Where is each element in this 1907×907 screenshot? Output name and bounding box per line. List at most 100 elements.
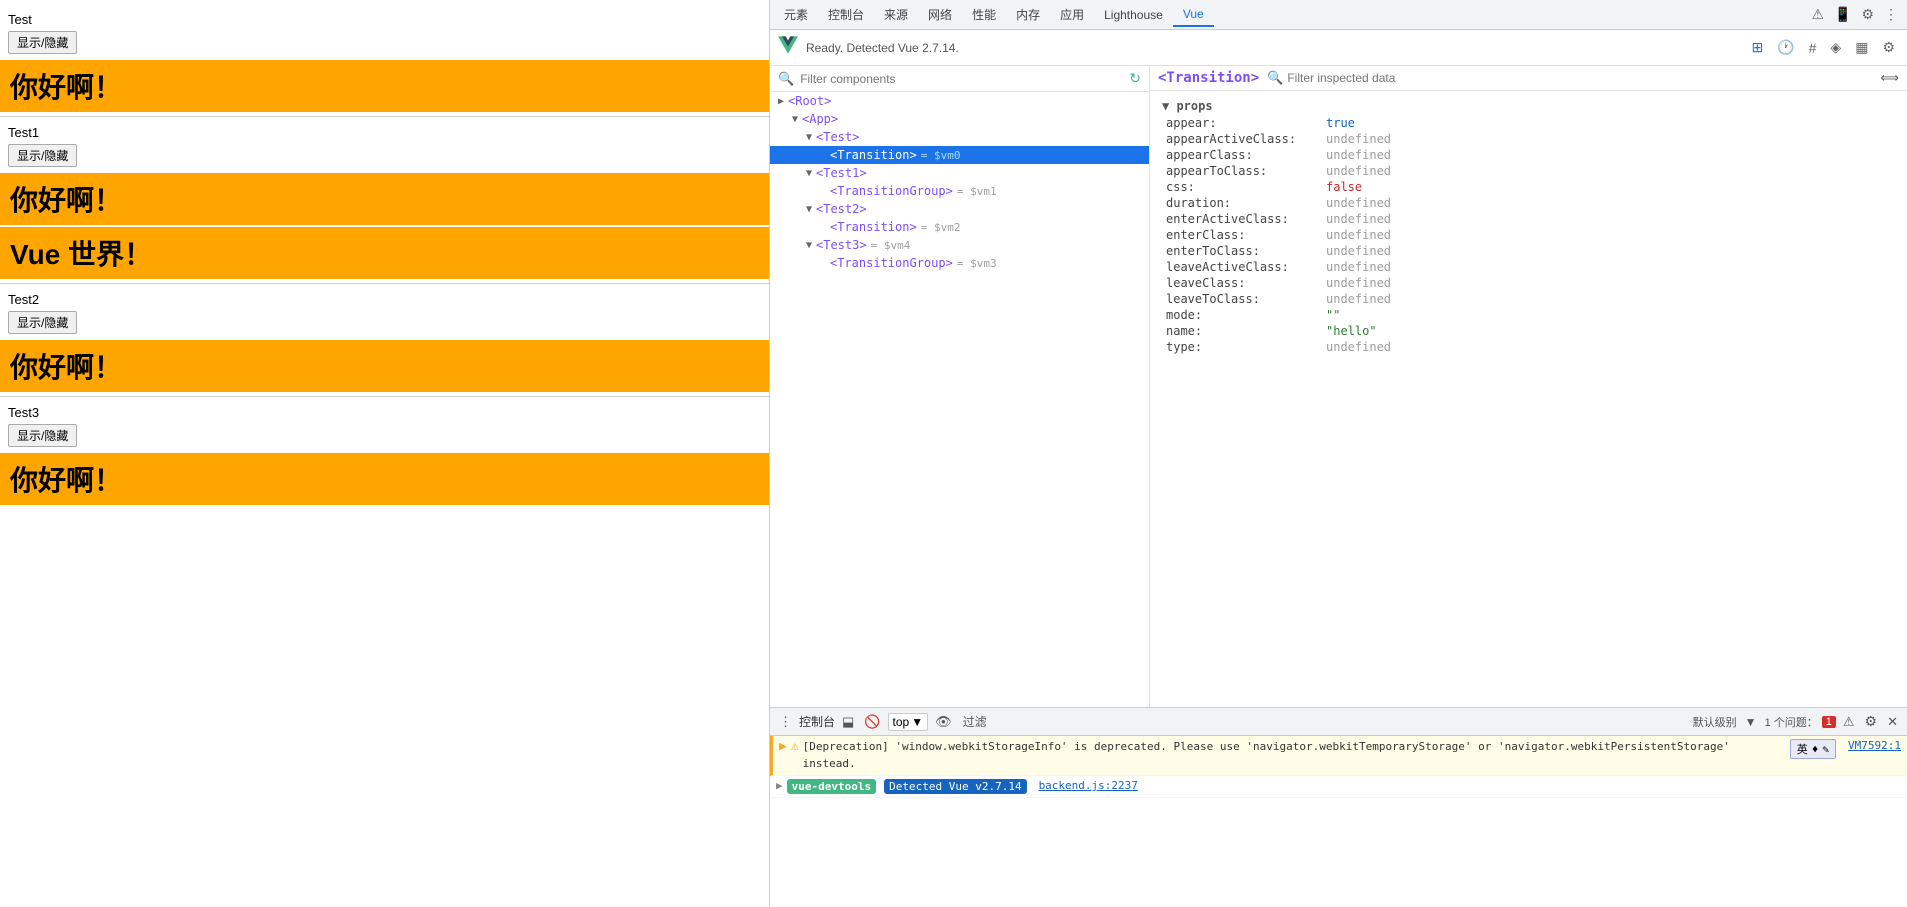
- prop-key-lc: leaveClass:: [1166, 276, 1326, 290]
- console-filter-btn[interactable]: 过滤: [959, 712, 991, 731]
- show-hide-btn-test2[interactable]: 显示/隐藏: [8, 311, 77, 334]
- tree-search-bar: 🔍 ↻: [770, 66, 1149, 92]
- orange-bar-test-0: 你好啊！: [0, 60, 769, 112]
- props-search-icon: 🔍: [1267, 70, 1283, 86]
- console-eye-icon[interactable]: 👁: [932, 713, 955, 731]
- translation-icon1: ♦: [1812, 743, 1819, 756]
- tree-item-test3[interactable]: ▼ <Test3> = $vm4: [770, 236, 1149, 254]
- props-search-input[interactable]: [1287, 71, 1872, 85]
- props-search: 🔍: [1267, 70, 1872, 86]
- prop-appear: appear: true: [1150, 115, 1907, 131]
- prop-val-css: false: [1326, 180, 1362, 194]
- prop-enterToClass: enterToClass: undefined: [1150, 243, 1907, 259]
- tree-item-test[interactable]: ▼ <Test>: [770, 128, 1149, 146]
- tree-component-test2: <Test2>: [816, 202, 867, 216]
- prop-key-ltc: leaveToClass:: [1166, 292, 1326, 306]
- tree-arrow-test2: ▼: [802, 204, 816, 215]
- tree-item-transition2[interactable]: <Transition> = $vm2: [770, 218, 1149, 236]
- console-close-icon[interactable]: ✕: [1884, 713, 1901, 731]
- tree-item-root[interactable]: ▶ <Root>: [770, 92, 1149, 110]
- tree-vmref-transition: = $vm0: [921, 149, 961, 162]
- prop-val-mode: "": [1326, 308, 1340, 322]
- tree-item-tg3[interactable]: <TransitionGroup> = $vm3: [770, 254, 1149, 272]
- tab-network[interactable]: 网络: [918, 2, 962, 27]
- console-menu-icon[interactable]: ⋮: [776, 713, 795, 731]
- tab-performance[interactable]: 性能: [962, 2, 1006, 27]
- section-test3-label: Test3: [0, 401, 769, 422]
- show-hide-btn-test1[interactable]: 显示/隐藏: [8, 144, 77, 167]
- tree-component-root: <Root>: [788, 94, 831, 108]
- tree-item-transition[interactable]: <Transition> = $vm0: [770, 146, 1149, 164]
- console-issue-count: 1 个问题：: [1765, 714, 1818, 730]
- store-icon[interactable]: ▦: [1851, 37, 1872, 58]
- tab-console[interactable]: 控制台: [818, 2, 874, 27]
- console-settings-icon[interactable]: ⚙: [1862, 712, 1881, 731]
- tab-elements[interactable]: 元素: [774, 2, 818, 27]
- tab-sources[interactable]: 来源: [874, 2, 918, 27]
- prop-name: name: "hello": [1150, 323, 1907, 339]
- section-test-label: Test: [0, 8, 769, 29]
- section-test2-label: Test2: [0, 288, 769, 309]
- tree-component-tg1: <TransitionGroup>: [830, 184, 953, 198]
- console-toolbar: ⋮ 控制台 ⬓ 🚫 top ▼ 👁 过滤 默认级别 ▼ 1 个问题： 1 ⚠ ⚙…: [770, 708, 1907, 736]
- warning-icon[interactable]: ⚠: [1806, 4, 1829, 25]
- right-panel: 元素 控制台 来源 网络 性能 内存 应用 Lighthouse Vue ⚠ 📱…: [770, 0, 1907, 907]
- more-icon[interactable]: ⋮: [1879, 4, 1903, 25]
- tree-item-test1[interactable]: ▼ <Test1>: [770, 164, 1149, 182]
- console-warning-source[interactable]: VM7592:1: [1848, 739, 1901, 752]
- prop-leaveClass: leaveClass: undefined: [1150, 275, 1907, 291]
- settings-icon-vue[interactable]: ⚙: [1878, 37, 1899, 58]
- tab-memory[interactable]: 内存: [1006, 2, 1050, 27]
- section-test1-label: Test1: [0, 121, 769, 142]
- component-tree: 🔍 ↻ ▶ <Root> ▼ <App>: [770, 66, 1150, 707]
- top-selector[interactable]: top ▼: [888, 713, 929, 731]
- tree-arrow-test1: ▼: [802, 168, 816, 179]
- console-detected-source[interactable]: backend.js:2237: [1039, 779, 1138, 792]
- console-default-level[interactable]: 默认级别: [1693, 714, 1737, 730]
- console-dock-icon[interactable]: ⬓: [839, 713, 857, 731]
- prop-leaveToClass: leaveToClass: undefined: [1150, 291, 1907, 307]
- console-panel: ⋮ 控制台 ⬓ 🚫 top ▼ 👁 过滤 默认级别 ▼ 1 个问题： 1 ⚠ ⚙…: [770, 707, 1907, 907]
- tree-item-test2[interactable]: ▼ <Test2>: [770, 200, 1149, 218]
- show-hide-btn-test[interactable]: 显示/隐藏: [8, 31, 77, 54]
- prop-key-css: css:: [1166, 180, 1326, 194]
- prop-val-ltc: undefined: [1326, 292, 1391, 306]
- tab-lighthouse[interactable]: Lighthouse: [1094, 4, 1173, 26]
- tree-component-t2: <Transition>: [830, 220, 917, 234]
- grid-icon[interactable]: #: [1805, 38, 1821, 58]
- props-expand-icon[interactable]: ⟺: [1880, 70, 1899, 86]
- prop-mode: mode: "": [1150, 307, 1907, 323]
- prop-key-etc: enterToClass:: [1166, 244, 1326, 258]
- props-section-title: ▼ props: [1150, 97, 1907, 115]
- console-warning-icon[interactable]: ⚠: [1840, 713, 1858, 731]
- tree-vmref-t2: = $vm2: [921, 221, 961, 234]
- timeline-icon[interactable]: 🕐: [1773, 37, 1798, 58]
- console-block-icon[interactable]: 🚫: [861, 713, 883, 731]
- prop-key-atc: appearToClass:: [1166, 164, 1326, 178]
- tree-item-app[interactable]: ▼ <App>: [770, 110, 1149, 128]
- prop-key-ec: enterClass:: [1166, 228, 1326, 242]
- warning-symbol: ⚠: [791, 739, 799, 754]
- show-hide-btn-test3[interactable]: 显示/隐藏: [8, 424, 77, 447]
- vue-logo: [778, 35, 798, 60]
- vue-devtools-badge: vue-devtools: [787, 779, 876, 794]
- console-row-warning: ▶ ⚠ [Deprecation] 'window.webkitStorageI…: [770, 736, 1907, 776]
- prop-key-lac: leaveActiveClass:: [1166, 260, 1326, 274]
- tree-item-transitiongroup1[interactable]: <TransitionGroup> = $vm1: [770, 182, 1149, 200]
- component-tree-icon[interactable]: ⊞: [1747, 37, 1767, 58]
- tab-vue[interactable]: Vue: [1173, 3, 1214, 27]
- tree-search-input[interactable]: [800, 72, 1123, 86]
- prop-val-appear: true: [1326, 116, 1355, 130]
- prop-val-name: "hello": [1326, 324, 1377, 338]
- translation-icon2: ✎: [1822, 743, 1829, 756]
- device-icon[interactable]: 📱: [1829, 4, 1856, 25]
- tab-application[interactable]: 应用: [1050, 2, 1094, 27]
- settings-icon[interactable]: ⚙: [1856, 4, 1879, 25]
- props-component-name: <Transition>: [1158, 70, 1259, 86]
- orange-bar-test2-0: 你好啊！: [0, 340, 769, 392]
- vue-panel: Ready. Detected Vue 2.7.14. ⊞ 🕐 # ◈ ▦ ⚙ …: [770, 30, 1907, 707]
- detected-badge: Detected Vue v2.7.14: [884, 779, 1026, 794]
- routing-icon[interactable]: ◈: [1826, 37, 1845, 58]
- console-expand-arrow[interactable]: ▶: [776, 779, 783, 792]
- refresh-icon[interactable]: ↻: [1129, 70, 1141, 87]
